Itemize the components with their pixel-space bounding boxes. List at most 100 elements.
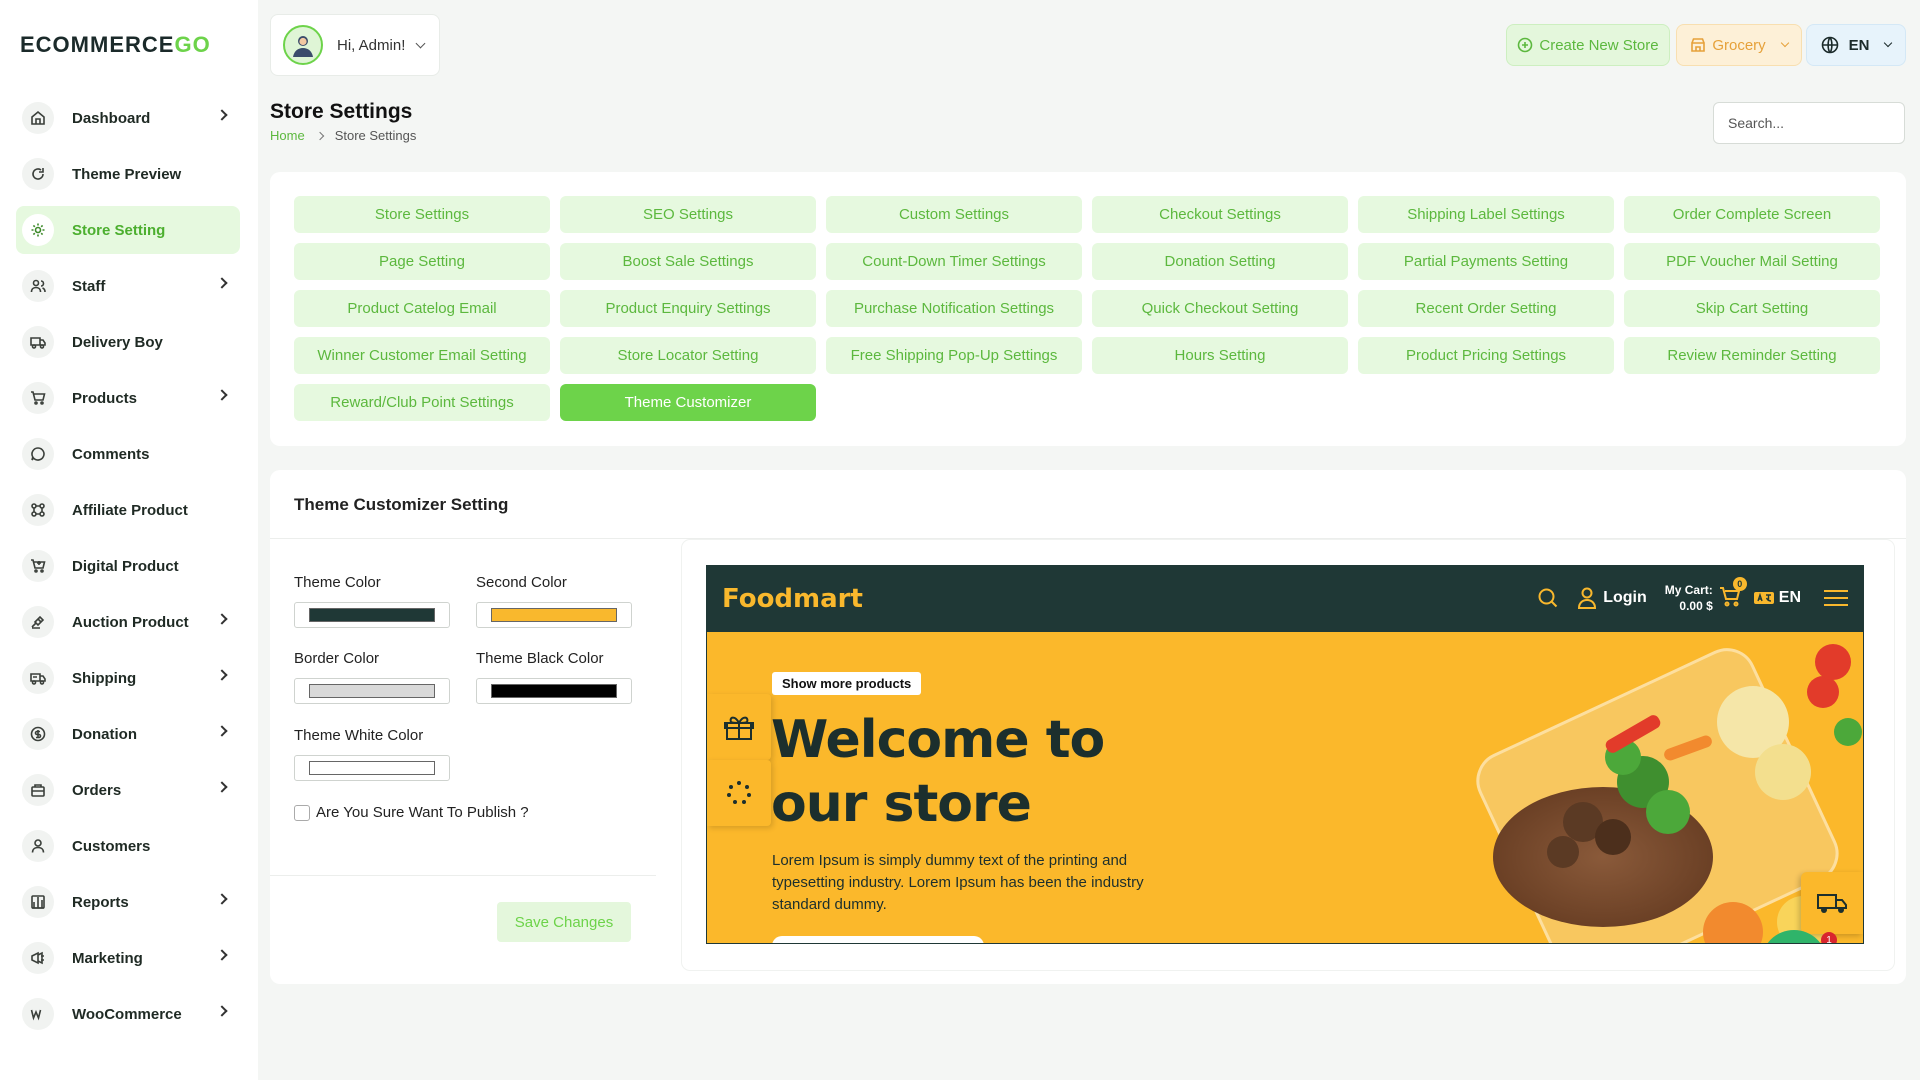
tab-purchase-notification-settings[interactable]: Purchase Notification Settings <box>826 290 1082 327</box>
preview-description: Lorem Ipsum is simply dummy text of the … <box>772 852 1144 913</box>
preview-heading-line1: Welcome to <box>771 710 1105 770</box>
theme-color-input[interactable] <box>294 602 450 628</box>
preview-cta-button[interactable] <box>772 936 984 943</box>
preview-heading: Welcome to our store <box>771 708 1105 836</box>
tab-recent-order-setting[interactable]: Recent Order Setting <box>1358 290 1614 327</box>
theme-color-swatch <box>309 608 435 622</box>
tab-custom-settings[interactable]: Custom Settings <box>826 196 1082 233</box>
sidebar-item-digital-product[interactable]: Digital Product <box>16 542 240 590</box>
publish-label: Are You Sure Want To Publish ? <box>316 804 529 821</box>
tab-store-settings[interactable]: Store Settings <box>294 196 550 233</box>
user-menu[interactable]: Hi, Admin! <box>270 14 440 76</box>
tab-boost-sale-settings[interactable]: Boost Sale Settings <box>560 243 816 280</box>
sidebar-item-comments[interactable]: Comments <box>16 430 240 478</box>
preview-loading-tab[interactable] <box>707 760 771 826</box>
preview-delivery-tab[interactable] <box>1801 872 1863 934</box>
publish-checkbox[interactable] <box>294 804 310 821</box>
sidebar-item-products[interactable]: Products <box>16 374 240 422</box>
store-select-label: Grocery <box>1712 36 1766 54</box>
tab-seo-settings[interactable]: SEO Settings <box>560 196 816 233</box>
tab-product-catelog-email[interactable]: Product Catelog Email <box>294 290 550 327</box>
tab-free-shipping-pop-up-settings[interactable]: Free Shipping Pop-Up Settings <box>826 337 1082 374</box>
sidebar-item-affiliate-product[interactable]: Affiliate Product <box>16 486 240 534</box>
translate-icon <box>1753 592 1774 604</box>
search-icon <box>1538 588 1558 608</box>
tab-theme-customizer[interactable]: Theme Customizer <box>560 384 816 421</box>
sidebar-item-marketing[interactable]: Marketing <box>16 934 240 982</box>
tab-order-complete-screen[interactable]: Order Complete Screen <box>1624 196 1880 233</box>
sidebar-item-woocommerce[interactable]: WooCommerce <box>16 990 240 1038</box>
tab-hours-setting[interactable]: Hours Setting <box>1092 337 1348 374</box>
avatar <box>283 25 323 65</box>
sidebar-item-theme-preview[interactable]: Theme Preview <box>16 150 240 198</box>
donation-icon <box>22 718 54 750</box>
tab-product-enquiry-settings[interactable]: Product Enquiry Settings <box>560 290 816 327</box>
tab-store-locator-setting[interactable]: Store Locator Setting <box>560 337 816 374</box>
theme-color-label: Theme Color <box>294 574 381 591</box>
sidebar-item-auction-product[interactable]: Auction Product <box>16 598 240 646</box>
tab-page-setting[interactable]: Page Setting <box>294 243 550 280</box>
second-color-input[interactable] <box>476 602 632 628</box>
theme-black-color-label: Theme Black Color <box>476 650 604 667</box>
chevron-right-icon <box>216 893 228 905</box>
border-color-field: Border Color <box>294 650 450 704</box>
sidebar-item-label: Delivery Boy <box>72 333 163 351</box>
tab-checkout-settings[interactable]: Checkout Settings <box>1092 196 1348 233</box>
logo[interactable]: ECOMMERCEGO <box>20 32 211 72</box>
tab-product-pricing-settings[interactable]: Product Pricing Settings <box>1358 337 1614 374</box>
sidebar-item-staff[interactable]: Staff <box>16 262 240 310</box>
chevron-right-icon <box>216 725 228 737</box>
preview-heading-line2: our store <box>771 774 1032 834</box>
sidebar-item-label: Shipping <box>72 669 137 687</box>
save-changes-button[interactable]: Save Changes <box>497 902 631 942</box>
preview-header: Foodmart Login My Cart: 0.00 $ 0 EN <box>707 566 1863 632</box>
second-color-field: Second Color <box>476 574 632 628</box>
preview-gift-tab[interactable] <box>707 694 771 760</box>
sidebar-item-shipping[interactable]: Shipping <box>16 654 240 702</box>
sidebar-item-dashboard[interactable]: Dashboard <box>16 94 240 142</box>
theme-black-color-input[interactable] <box>476 678 632 704</box>
sidebar-item-customers[interactable]: Customers <box>16 822 240 870</box>
tab-review-reminder-setting[interactable]: Review Reminder Setting <box>1624 337 1880 374</box>
tab-pdf-voucher-mail-setting[interactable]: PDF Voucher Mail Setting <box>1624 243 1880 280</box>
tab-skip-cart-setting[interactable]: Skip Cart Setting <box>1624 290 1880 327</box>
sidebar-item-store-setting[interactable]: Store Setting <box>16 206 240 254</box>
tab-count-down-timer-settings[interactable]: Count-Down Timer Settings <box>826 243 1082 280</box>
theme-white-color-input[interactable] <box>294 755 450 781</box>
settings-icon <box>22 214 54 246</box>
chevron-right-icon <box>216 1005 228 1017</box>
border-color-input[interactable] <box>294 678 450 704</box>
publish-checkbox-row[interactable]: Are You Sure Want To Publish ? <box>294 804 529 821</box>
theme-customizer-card: Theme Customizer Setting Theme Color Sec… <box>270 470 1906 984</box>
show-more-products-chip[interactable]: Show more products <box>772 672 922 695</box>
tab-reward-club-point-settings[interactable]: Reward/Club Point Settings <box>294 384 550 421</box>
marketing-icon <box>22 942 54 974</box>
search-input[interactable] <box>1713 102 1905 144</box>
sidebar-item-label: Auction Product <box>72 613 189 631</box>
sidebar-item-label: WooCommerce <box>72 1005 182 1023</box>
sidebar-item-orders[interactable]: Orders <box>16 766 240 814</box>
tab-shipping-label-settings[interactable]: Shipping Label Settings <box>1358 196 1614 233</box>
chevron-right-icon <box>216 781 228 793</box>
preview-cart-badge: 0 <box>1732 577 1747 591</box>
chevron-right-icon <box>315 131 324 140</box>
language-button[interactable]: EN <box>1806 24 1906 66</box>
store-select-button[interactable]: Grocery <box>1676 24 1802 66</box>
hamburger-menu-icon <box>1824 590 1848 606</box>
create-store-button[interactable]: Create New Store <box>1506 24 1670 66</box>
breadcrumb-current: Store Settings <box>334 128 417 143</box>
users-icon <box>22 270 54 302</box>
chat-bubble-icon <box>1774 943 1814 944</box>
chevron-down-icon <box>415 38 426 48</box>
breadcrumb-home-link[interactable]: Home <box>270 128 305 143</box>
tab-partial-payments-setting[interactable]: Partial Payments Setting <box>1358 243 1614 280</box>
tab-winner-customer-email-setting[interactable]: Winner Customer Email Setting <box>294 337 550 374</box>
sidebar-item-reports[interactable]: Reports <box>16 878 240 926</box>
theme-black-color-field: Theme Black Color <box>476 650 632 704</box>
user-icon <box>1578 587 1597 609</box>
sidebar-item-delivery-boy[interactable]: Delivery Boy <box>16 318 240 366</box>
sidebar-item-donation[interactable]: Donation <box>16 710 240 758</box>
border-color-swatch <box>309 684 435 698</box>
tab-donation-setting[interactable]: Donation Setting <box>1092 243 1348 280</box>
tab-quick-checkout-setting[interactable]: Quick Checkout Setting <box>1092 290 1348 327</box>
